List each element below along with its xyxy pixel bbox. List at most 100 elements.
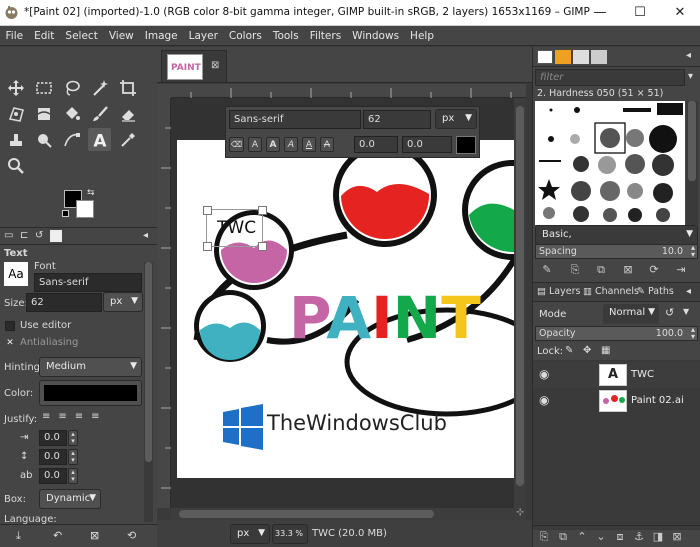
menu-colors[interactable]: Colors [223, 26, 267, 46]
save-options-icon[interactable]: ⤓ [16, 529, 21, 543]
size-field[interactable]: 62 [26, 293, 102, 312]
images-tab-icon[interactable] [50, 230, 62, 242]
reset-options-icon[interactable]: ⟲ [127, 529, 136, 542]
new-layer-group-icon[interactable]: ⧉ [555, 529, 571, 545]
hinting-select[interactable]: Medium ▼ [39, 357, 142, 377]
tab-channels[interactable]: ▥ Channels [583, 286, 639, 297]
move-tool-icon[interactable] [4, 76, 27, 99]
image-tab-paint02[interactable]: PAINT ⊠ [161, 50, 227, 82]
mask-layer-icon[interactable]: ◨ [650, 529, 666, 545]
image-canvas[interactable]: PAINT TheWindowsClub [177, 140, 514, 478]
resize-handle[interactable] [258, 206, 267, 215]
unified-transform-tool-icon[interactable] [4, 102, 27, 125]
baseline-field[interactable]: 0.0 [354, 136, 398, 153]
undo-history-tab-icon[interactable]: ↺ [35, 230, 43, 241]
delete-brush-icon[interactable]: ⊠ [620, 262, 636, 278]
overlay-unit-select[interactable]: px ▼ [435, 109, 477, 129]
underline-button[interactable]: A [302, 137, 316, 152]
status-unit-select[interactable]: px ▼ [230, 524, 270, 544]
use-editor-checkbox[interactable] [5, 321, 15, 331]
letter-spacing-spinner[interactable]: ▴ ▾ [68, 468, 78, 484]
lock-position-icon[interactable]: ✥ [583, 345, 591, 356]
text-box-frame[interactable]: TWC [203, 206, 267, 251]
text-tool-icon[interactable]: A [88, 128, 111, 151]
menu-help[interactable]: Help [405, 26, 440, 46]
vertical-scrollbar[interactable] [514, 98, 526, 508]
brush-preset-select[interactable]: Basic, ▼ [535, 225, 698, 245]
background-color-swatch[interactable] [76, 200, 94, 218]
refresh-brushes-icon[interactable]: ⟳ [646, 262, 662, 278]
close-window-button[interactable]: ✕ [660, 0, 700, 26]
fuzzy-select-tool-icon[interactable] [88, 76, 111, 99]
size-unit-select[interactable]: px ▼ [103, 292, 143, 312]
horizontal-scrollbar[interactable]: ⊹ [171, 507, 526, 520]
restore-options-icon[interactable]: ↶ [53, 529, 62, 542]
tab-layers[interactable]: ▤ Layers [537, 286, 580, 297]
opacity-slider[interactable]: Opacity 100.0 ▴ ▾ [535, 326, 698, 341]
overlay-color-swatch[interactable] [456, 136, 476, 154]
spacing-slider[interactable]: Spacing 10.0 ▴ ▾ [535, 244, 698, 259]
layer-name[interactable]: Paint 02.ai [631, 395, 684, 406]
line-spacing-spinner[interactable]: ▴ ▾ [68, 449, 78, 465]
tab-menu-icon[interactable]: ◂ [686, 286, 691, 297]
box-mode-select[interactable]: Dynamic ▼ [39, 489, 101, 509]
raise-layer-icon[interactable]: ⌃ [574, 529, 590, 545]
anchor-layer-icon[interactable]: ⚓ [631, 529, 647, 545]
crop-tool-icon[interactable] [116, 76, 139, 99]
open-as-image-icon[interactable]: ⇥ [673, 262, 689, 278]
zoom-select[interactable]: 33.3 % [272, 524, 308, 544]
spacing-spinner[interactable]: ▴ ▾ [691, 244, 695, 259]
tab-menu-icon[interactable]: ◂ [686, 50, 691, 61]
duplicate-layer-icon[interactable]: ⧈ [612, 529, 628, 545]
minimize-button[interactable]: — [580, 0, 620, 26]
style-button-1[interactable]: A [248, 137, 262, 152]
delete-options-icon[interactable]: ⊠ [90, 529, 99, 542]
paintbrush-tool-icon[interactable] [88, 102, 111, 125]
mode-switch-icon[interactable]: ↺ [665, 306, 674, 319]
layer-row-paint02[interactable]: ◉ Paint 02.ai [533, 388, 700, 414]
zoom-tool-icon[interactable] [4, 154, 27, 177]
chevron-down-icon[interactable]: ▼ [683, 307, 689, 316]
menu-tools[interactable]: Tools [267, 26, 304, 46]
scrollbar-thumb[interactable] [688, 101, 696, 181]
warp-transform-tool-icon[interactable] [32, 102, 55, 125]
tool-options-tab-icon[interactable]: ▭ [4, 230, 13, 241]
smudge-tool-icon[interactable] [32, 128, 55, 151]
eraser-tool-icon[interactable] [116, 102, 139, 125]
rect-select-tool-icon[interactable] [32, 76, 55, 99]
delete-layer-icon[interactable]: ⊠ [669, 529, 685, 545]
close-tab-icon[interactable]: ⊠ [211, 60, 219, 71]
menu-layer[interactable]: Layer [183, 26, 223, 46]
overlay-font-field[interactable]: Sans-serif [229, 110, 361, 129]
fonts-tab-icon[interactable] [573, 50, 589, 64]
brush-grid[interactable] [535, 101, 685, 225]
antialiasing-checkbox[interactable]: ✕ [5, 338, 15, 348]
swap-colors-icon[interactable]: ⇆ [87, 188, 95, 198]
italic-button[interactable]: A [284, 137, 298, 152]
filter-dropdown-icon[interactable]: ▾ [688, 71, 693, 82]
overlay-size-field[interactable]: 62 [363, 110, 431, 129]
horizontal-ruler[interactable] [171, 84, 526, 98]
kerning-field[interactable]: 0.0 [402, 136, 452, 153]
canvas-viewport[interactable]: PAINT TheWindowsClub TWC [171, 98, 514, 508]
maximize-button[interactable]: ☐ [620, 0, 660, 26]
strikethrough-button[interactable]: A [320, 137, 334, 152]
menu-select[interactable]: Select [60, 26, 103, 46]
resize-handle[interactable] [258, 242, 267, 251]
clone-tool-icon[interactable] [4, 128, 27, 151]
brush-filter-input[interactable]: filter [535, 69, 685, 86]
layer-name[interactable]: TWC [631, 369, 654, 380]
clear-style-button[interactable]: ⌫ [229, 137, 244, 152]
scrollbar-thumb[interactable] [516, 106, 524, 486]
letter-spacing-field[interactable]: 0.0 [39, 468, 67, 484]
brush-grid-scrollbar[interactable] [686, 101, 698, 225]
tab-paths[interactable]: ✎ Paths [637, 286, 674, 297]
line-spacing-field[interactable]: 0.0 [39, 449, 67, 465]
indent-spinner[interactable]: ▴ ▾ [68, 430, 78, 446]
menu-file[interactable]: File [0, 26, 29, 46]
menu-view[interactable]: View [103, 26, 139, 46]
lasso-tool-icon[interactable] [60, 76, 83, 99]
layer-mode-select[interactable]: Normal ▼ [603, 304, 659, 324]
duplicate-brush-icon[interactable]: ⧉ [593, 262, 609, 278]
color-picker-tool-icon[interactable] [116, 128, 139, 151]
